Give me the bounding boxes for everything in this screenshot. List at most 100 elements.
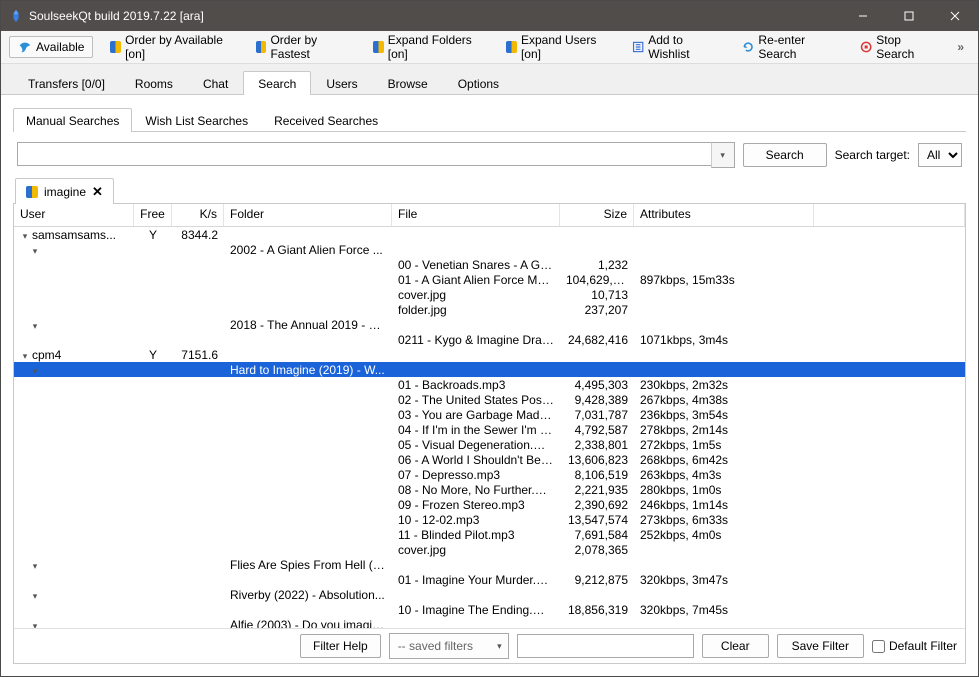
main-tabs: Transfers [0/0] Rooms Chat Search Users … bbox=[1, 64, 978, 95]
table-row[interactable]: ▾Alfie (2003) - Do you imagin... bbox=[14, 617, 965, 628]
reenter-search-button[interactable]: Re-enter Search bbox=[735, 29, 843, 65]
subtab-manual[interactable]: Manual Searches bbox=[13, 108, 132, 132]
col-file[interactable]: File bbox=[392, 204, 560, 226]
tab-rooms[interactable]: Rooms bbox=[120, 71, 188, 95]
refresh-icon bbox=[742, 40, 754, 54]
table-row[interactable]: 03 - You are Garbage Made Fles...7,031,7… bbox=[14, 407, 965, 422]
search-history-dropdown[interactable]: ▾ bbox=[711, 142, 735, 168]
toolbar-overflow-icon[interactable]: » bbox=[951, 40, 970, 54]
expand-folders-button[interactable]: Expand Folders [on] bbox=[366, 29, 489, 65]
table-row[interactable]: 10 - 12-02.mp313,547,574273kbps, 6m33s bbox=[14, 512, 965, 527]
tab-options[interactable]: Options bbox=[443, 71, 514, 95]
add-wishlist-button[interactable]: Add to Wishlist bbox=[625, 29, 725, 65]
chevron-down-icon[interactable]: ▾ bbox=[30, 591, 40, 602]
tab-browse[interactable]: Browse bbox=[373, 71, 443, 95]
minimize-button[interactable] bbox=[840, 1, 886, 31]
toolbar: Available Order by Available [on] Order … bbox=[1, 31, 978, 64]
swap-icon bbox=[110, 41, 121, 53]
chevron-down-icon[interactable]: ▾ bbox=[30, 561, 40, 572]
save-filter-button[interactable]: Save Filter bbox=[777, 634, 864, 658]
swap-icon bbox=[256, 41, 267, 53]
app-icon bbox=[9, 9, 23, 23]
table-row[interactable]: 10 - Imagine The Ending.mp318,856,319320… bbox=[14, 602, 965, 617]
tab-users[interactable]: Users bbox=[311, 71, 372, 95]
table-row[interactable]: cover.jpg10,713 bbox=[14, 287, 965, 302]
results-list: User Free K/s Folder File Size Attribute… bbox=[13, 204, 966, 664]
table-row[interactable]: 0211 - Kygo & Imagine Dragons...24,682,4… bbox=[14, 332, 965, 347]
clear-filter-button[interactable]: Clear bbox=[702, 634, 769, 658]
col-attr[interactable]: Attributes bbox=[634, 204, 814, 226]
subtab-received[interactable]: Received Searches bbox=[261, 108, 391, 132]
table-row[interactable]: cover.jpg2,078,365 bbox=[14, 542, 965, 557]
table-row[interactable]: 02 - The United States Postal S...9,428,… bbox=[14, 392, 965, 407]
stop-search-button[interactable]: Stop Search bbox=[853, 29, 941, 65]
search-button[interactable]: Search bbox=[743, 143, 827, 167]
table-row[interactable]: ▾2002 - A Giant Alien Force ... bbox=[14, 242, 965, 257]
search-target-label: Search target: bbox=[835, 148, 910, 162]
titlebar[interactable]: SoulseekQt build 2019.7.22 [ara] bbox=[1, 1, 978, 31]
result-tabs: imagine ✕ bbox=[13, 176, 966, 204]
table-row[interactable]: 01 - Backroads.mp34,495,303230kbps, 2m32… bbox=[14, 377, 965, 392]
table-row[interactable]: 00 - Venetian Snares - A Giant ...1,232 bbox=[14, 257, 965, 272]
table-row[interactable]: 01 - Imagine Your Murder.mp39,212,875320… bbox=[14, 572, 965, 587]
expand-users-button[interactable]: Expand Users [on] bbox=[499, 29, 615, 65]
filter-row: Filter Help -- saved filters Clear Save … bbox=[14, 628, 965, 663]
default-filter-checkbox[interactable]: Default Filter bbox=[872, 639, 957, 653]
col-free[interactable]: Free bbox=[134, 204, 172, 226]
maximize-button[interactable] bbox=[886, 1, 932, 31]
table-row[interactable]: 07 - Depresso.mp38,106,519263kbps, 4m3s bbox=[14, 467, 965, 482]
table-row[interactable]: ▾2018 - The Annual 2019 - M... bbox=[14, 317, 965, 332]
col-ks[interactable]: K/s bbox=[172, 204, 224, 226]
table-row[interactable]: 04 - If I'm in the Sewer I'm Gon...4,792… bbox=[14, 422, 965, 437]
table-row[interactable]: 05 - Visual Degeneration.mp32,338,801272… bbox=[14, 437, 965, 452]
table-row[interactable]: ▾cpm4Y7151.6 bbox=[14, 347, 965, 362]
chevron-down-icon[interactable]: ▾ bbox=[30, 246, 40, 257]
bird-icon bbox=[18, 40, 32, 54]
table-row[interactable]: ▾Riverby (2022) - Absolution... bbox=[14, 587, 965, 602]
chevron-down-icon[interactable]: ▾ bbox=[20, 231, 30, 242]
col-folder[interactable]: Folder bbox=[224, 204, 392, 226]
close-button[interactable] bbox=[932, 1, 978, 31]
search-row: ▾ Search Search target: All bbox=[13, 132, 966, 176]
saved-filters-select[interactable]: -- saved filters bbox=[389, 633, 509, 659]
result-tab-imagine[interactable]: imagine ✕ bbox=[15, 178, 114, 204]
chevron-down-icon[interactable]: ▾ bbox=[30, 366, 40, 377]
search-subtabs: Manual Searches Wish List Searches Recei… bbox=[13, 105, 966, 132]
table-row[interactable]: ▾samsamsams...Y8344.2 bbox=[14, 227, 965, 242]
filter-help-button[interactable]: Filter Help bbox=[300, 634, 381, 658]
table-row[interactable]: 09 - Frozen Stereo.mp32,390,692246kbps, … bbox=[14, 497, 965, 512]
col-size[interactable]: Size bbox=[560, 204, 634, 226]
order-available-button[interactable]: Order by Available [on] bbox=[103, 29, 238, 65]
wishlist-icon bbox=[632, 40, 644, 54]
swap-icon bbox=[506, 41, 517, 53]
table-row[interactable]: 11 - Blinded Pilot.mp37,691,584252kbps, … bbox=[14, 527, 965, 542]
table-row[interactable]: ▾Flies Are Spies From Hell (2... bbox=[14, 557, 965, 572]
filter-input[interactable] bbox=[517, 634, 694, 658]
search-panel: Manual Searches Wish List Searches Recei… bbox=[1, 95, 978, 676]
rows-container[interactable]: ▾samsamsams...Y8344.2 ▾2002 - A Giant Al… bbox=[14, 227, 965, 628]
close-icon[interactable]: ✕ bbox=[92, 184, 103, 200]
available-button[interactable]: Available bbox=[9, 36, 93, 58]
swap-icon bbox=[373, 41, 384, 53]
window: SoulseekQt build 2019.7.22 [ara] Availab… bbox=[0, 0, 979, 677]
stop-icon bbox=[860, 40, 872, 54]
subtab-wishlist[interactable]: Wish List Searches bbox=[132, 108, 261, 132]
col-user[interactable]: User bbox=[14, 204, 134, 226]
chevron-down-icon[interactable]: ▾ bbox=[30, 621, 40, 629]
search-input[interactable] bbox=[17, 142, 711, 166]
chevron-down-icon[interactable]: ▾ bbox=[20, 351, 30, 362]
tab-search[interactable]: Search bbox=[243, 71, 311, 95]
table-row[interactable]: folder.jpg237,207 bbox=[14, 302, 965, 317]
tab-chat[interactable]: Chat bbox=[188, 71, 243, 95]
table-row[interactable]: ▾Hard to Imagine (2019) - W... bbox=[14, 362, 965, 377]
chevron-down-icon[interactable]: ▾ bbox=[30, 321, 40, 332]
swap-icon bbox=[26, 186, 38, 198]
table-row[interactable]: 08 - No More, No Further.mp32,221,935280… bbox=[14, 482, 965, 497]
table-row[interactable]: 06 - A World I Shouldn't Be In.m...13,60… bbox=[14, 452, 965, 467]
order-fastest-button[interactable]: Order by Fastest bbox=[249, 29, 356, 65]
search-target-select[interactable]: All bbox=[918, 143, 962, 167]
table-row[interactable]: 01 - A Giant Alien Force More Vi...104,6… bbox=[14, 272, 965, 287]
column-headers[interactable]: User Free K/s Folder File Size Attribute… bbox=[14, 204, 965, 227]
tab-transfers[interactable]: Transfers [0/0] bbox=[13, 71, 120, 95]
result-tab-label: imagine bbox=[44, 185, 86, 199]
